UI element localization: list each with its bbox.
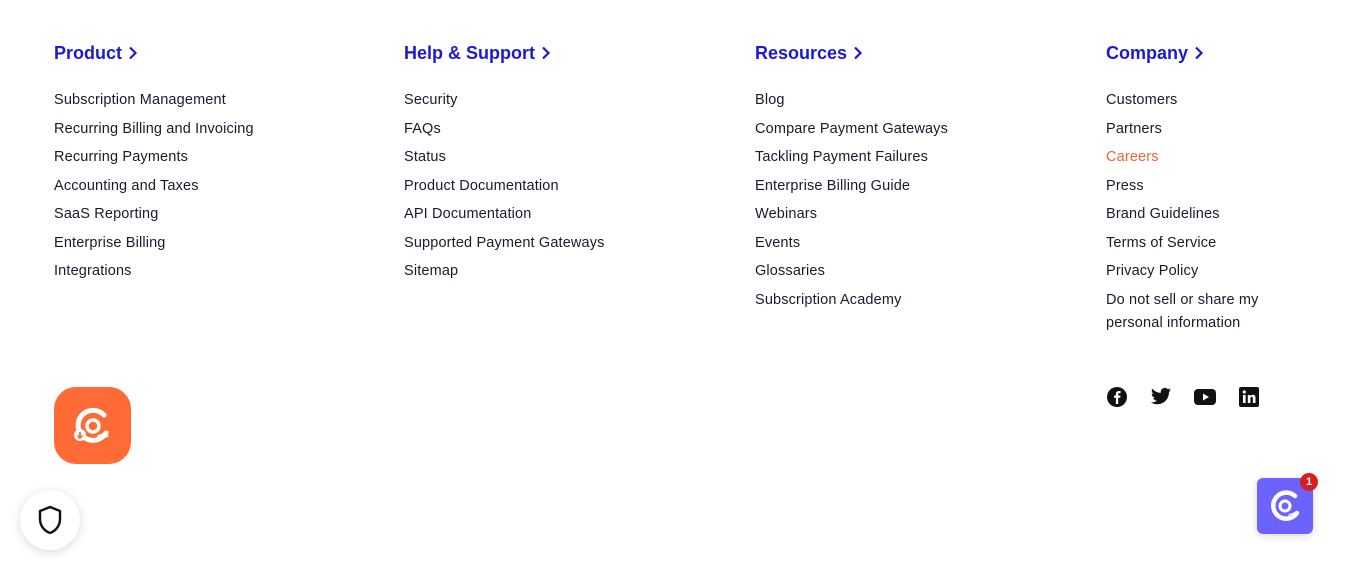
footer-column-resources: Resources Blog Compare Payment Gateways … <box>755 41 1055 317</box>
footer-column-help-support: Help & Support Security FAQs Status Prod… <box>404 41 704 289</box>
footer-link-security[interactable]: Security <box>404 92 458 108</box>
brand-logo[interactable] <box>54 387 131 464</box>
chevron-right-icon <box>1195 46 1204 60</box>
column-heading-company[interactable]: Company <box>1106 41 1204 65</box>
footer-link-events[interactable]: Events <box>755 235 800 251</box>
footer-link-faqs[interactable]: FAQs <box>404 121 441 137</box>
notification-badge: 1 <box>1300 473 1318 491</box>
column-heading-product[interactable]: Product <box>54 41 138 65</box>
footer-link-compare-payment-gateways[interactable]: Compare Payment Gateways <box>755 121 948 137</box>
footer-column-company: Company Customers Partners Careers Press… <box>1106 41 1326 340</box>
footer-link-brand-guidelines[interactable]: Brand Guidelines <box>1106 206 1220 222</box>
footer-link-api-documentation[interactable]: API Documentation <box>404 206 531 222</box>
footer-link-accounting-taxes[interactable]: Accounting and Taxes <box>54 178 199 194</box>
footer-link-saas-reporting[interactable]: SaaS Reporting <box>54 206 158 222</box>
footer-link-integrations[interactable]: Integrations <box>54 263 132 279</box>
footer-link-careers[interactable]: Careers <box>1106 149 1159 165</box>
chevron-right-icon <box>854 46 863 60</box>
chat-logo-icon <box>1271 490 1300 521</box>
linkedin-icon[interactable] <box>1238 386 1260 408</box>
footer-link-recurring-payments[interactable]: Recurring Payments <box>54 149 188 165</box>
footer-link-sitemap[interactable]: Sitemap <box>404 263 458 279</box>
footer-link-do-not-sell[interactable]: Do not sell or share my personal informa… <box>1106 289 1276 335</box>
twitter-icon[interactable] <box>1150 386 1172 408</box>
footer-link-subscription-management[interactable]: Subscription Management <box>54 92 226 108</box>
footer-link-supported-payment-gateways[interactable]: Supported Payment Gateways <box>404 235 605 251</box>
footer-link-webinars[interactable]: Webinars <box>755 206 817 222</box>
footer-link-product-documentation[interactable]: Product Documentation <box>404 178 559 194</box>
social-links <box>1106 386 1260 408</box>
shield-icon <box>38 505 62 535</box>
footer-link-glossaries[interactable]: Glossaries <box>755 263 825 279</box>
privacy-shield-button[interactable] <box>20 490 80 550</box>
footer-link-enterprise-billing[interactable]: Enterprise Billing <box>54 235 166 251</box>
footer-link-terms-of-service[interactable]: Terms of Service <box>1106 235 1216 251</box>
footer-link-recurring-billing[interactable]: Recurring Billing and Invoicing <box>54 121 254 137</box>
footer-column-product: Product Subscription Management Recurrin… <box>54 41 354 289</box>
footer-link-status[interactable]: Status <box>404 149 446 165</box>
footer-link-enterprise-billing-guide[interactable]: Enterprise Billing Guide <box>755 178 910 194</box>
column-heading-resources[interactable]: Resources <box>755 41 863 65</box>
brand-logo-icon <box>73 407 109 443</box>
footer-link-blog[interactable]: Blog <box>755 92 785 108</box>
facebook-icon[interactable] <box>1106 386 1128 408</box>
youtube-icon[interactable] <box>1194 386 1216 408</box>
footer-link-tackling-payment-failures[interactable]: Tackling Payment Failures <box>755 149 928 165</box>
footer-link-subscription-academy[interactable]: Subscription Academy <box>755 292 901 308</box>
footer-link-customers[interactable]: Customers <box>1106 92 1177 108</box>
footer-link-press[interactable]: Press <box>1106 178 1144 194</box>
column-heading-help-support[interactable]: Help & Support <box>404 41 551 65</box>
chevron-right-icon <box>542 46 551 60</box>
chevron-right-icon <box>129 46 138 60</box>
footer-link-partners[interactable]: Partners <box>1106 121 1162 137</box>
footer-link-privacy-policy[interactable]: Privacy Policy <box>1106 263 1198 279</box>
